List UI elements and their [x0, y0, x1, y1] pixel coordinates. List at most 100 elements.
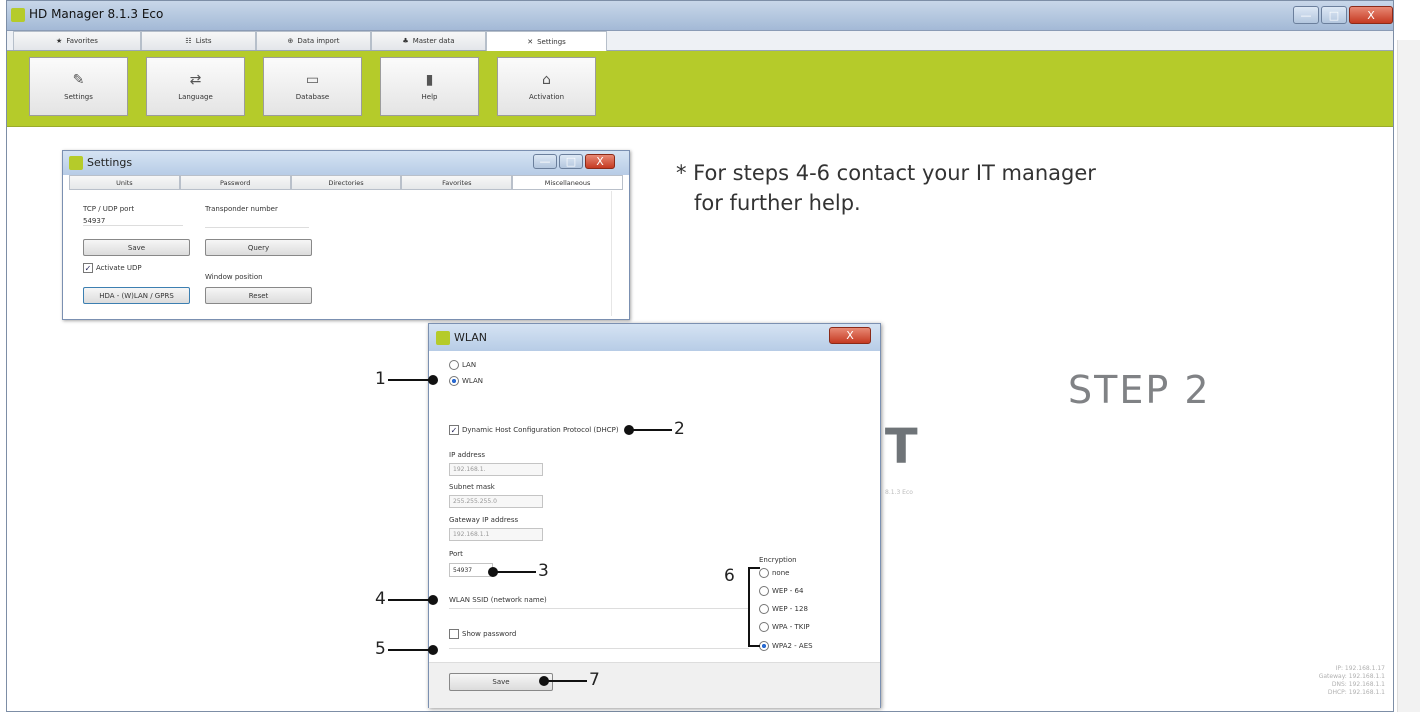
- animals-icon: ♣: [402, 37, 409, 45]
- save-port-button[interactable]: Save: [83, 239, 190, 256]
- tab-favorites[interactable]: ★ Favorites: [13, 31, 141, 50]
- app-logo-icon: [11, 8, 25, 22]
- title-bar: HD Manager 8.1.3 Eco — □ X: [7, 1, 1393, 31]
- minimize-button[interactable]: —: [1293, 6, 1319, 24]
- encryption-label: Encryption: [759, 556, 797, 564]
- encryption-option-label: none: [772, 569, 790, 577]
- ribbon-help-button[interactable]: ▮ Help: [380, 57, 479, 116]
- tcp-port-label: TCP / UDP port: [83, 205, 135, 213]
- tab-password[interactable]: Password: [179, 175, 291, 190]
- callout-number: 7: [589, 670, 600, 690]
- subnet-mask-field[interactable]: 255.255.255.0: [449, 495, 543, 508]
- callout-line: [545, 680, 587, 682]
- radio-lan[interactable]: LAN: [449, 360, 476, 370]
- right-scrollbar[interactable]: [1397, 40, 1420, 712]
- background-network-status: IP: 192.168.1.17 Gateway: 192.168.1.1 DN…: [1257, 665, 1385, 697]
- status-gateway: Gateway: 192.168.1.1: [1318, 673, 1385, 680]
- password-field[interactable]: [449, 648, 749, 649]
- ribbon-label: Help: [421, 92, 438, 101]
- tab-units[interactable]: Units: [69, 175, 180, 190]
- status-dns: DNS: 192.168.1.1: [1331, 681, 1385, 688]
- encryption-option-label: WPA2 - AES: [772, 642, 813, 650]
- wlan-title-bar: WLAN X: [429, 324, 880, 351]
- radio-encryption-none[interactable]: none: [759, 568, 789, 578]
- tab-miscellaneous[interactable]: Miscellaneous: [512, 175, 623, 190]
- lan-label: LAN: [462, 361, 477, 369]
- wlan-save-button[interactable]: Save: [449, 673, 553, 691]
- subnet-mask-label: Subnet mask: [449, 483, 495, 491]
- close-button[interactable]: X: [585, 154, 615, 169]
- ip-address-label: IP address: [449, 451, 486, 459]
- radio-encryption-wpa-tkip[interactable]: WPA - TKIP: [759, 622, 810, 632]
- hda-wlan-gprs-button[interactable]: HDA - (W)LAN / GPRS: [83, 287, 190, 304]
- checkbox-icon: [449, 629, 459, 639]
- tab-label: Lists: [195, 37, 212, 45]
- radio-encryption-wep128[interactable]: WEP - 128: [759, 604, 808, 614]
- show-password-label: Show password: [462, 630, 517, 638]
- tcp-port-field[interactable]: 54937: [83, 217, 183, 226]
- port-field[interactable]: 54937: [449, 563, 493, 577]
- close-button[interactable]: X: [1349, 6, 1393, 24]
- transponder-field[interactable]: [205, 227, 309, 228]
- ssid-field[interactable]: [449, 608, 749, 609]
- callout-line: [630, 429, 672, 431]
- dhcp-checkbox[interactable]: ✓ Dynamic Host Configuration Protocol (DH…: [449, 425, 619, 435]
- import-icon: ⊕: [287, 37, 294, 45]
- tab-data-import[interactable]: ⊕ Data import: [256, 31, 371, 50]
- callout-line: [388, 379, 433, 381]
- callout-line: [388, 599, 433, 601]
- tab-settings[interactable]: ✕ Settings: [486, 31, 607, 51]
- radio-selected-icon: [449, 376, 459, 386]
- settings-title: Settings: [87, 156, 133, 169]
- maximize-button[interactable]: □: [559, 154, 583, 169]
- dhcp-label: Dynamic Host Configuration Protocol (DHC…: [462, 426, 619, 434]
- callout-number: 1: [375, 369, 386, 389]
- tab-lists[interactable]: ☷ Lists: [141, 31, 256, 50]
- radio-icon: [449, 360, 459, 370]
- gateway-field[interactable]: 192.168.1.1: [449, 528, 543, 541]
- encryption-option-label: WEP - 64: [772, 587, 804, 595]
- help-icon: ▮: [425, 71, 434, 88]
- transponder-label: Transponder number: [205, 205, 278, 213]
- callout-line: [388, 649, 433, 651]
- minimize-button[interactable]: —: [533, 154, 557, 169]
- radio-encryption-wep64[interactable]: WEP - 64: [759, 586, 803, 596]
- tab-label: Master data: [412, 37, 455, 45]
- activate-udp-checkbox[interactable]: ✓ Activate UDP: [83, 263, 142, 273]
- reset-button[interactable]: Reset: [205, 287, 312, 304]
- wlan-title: WLAN: [454, 331, 488, 344]
- callout-bracket: [748, 567, 760, 647]
- wlan-close-button[interactable]: X: [829, 327, 871, 344]
- ribbon-activation-button[interactable]: ⌂ Activation: [497, 57, 596, 116]
- database-icon: ▭: [305, 71, 320, 88]
- maximize-button[interactable]: □: [1321, 6, 1347, 24]
- ip-address-field[interactable]: 192.168.1.: [449, 463, 543, 476]
- app-title: HD Manager 8.1.3 Eco: [29, 7, 164, 21]
- ribbon-language-button[interactable]: ⇄ Language: [146, 57, 245, 116]
- wrench-icon: ✎: [72, 71, 85, 88]
- ribbon-label: Activation: [528, 92, 565, 101]
- app-logo-icon: [69, 156, 83, 170]
- star-icon: ★: [56, 37, 63, 45]
- status-dhcp: DHCP: 192.168.1.1: [1327, 689, 1385, 696]
- wlan-label: WLAN: [462, 377, 484, 385]
- wlan-dialog: WLAN X LAN WLAN ✓ Dynamic Host Configurat…: [428, 323, 881, 708]
- radio-icon: [759, 604, 769, 614]
- query-button[interactable]: Query: [205, 239, 312, 256]
- callout-number: 4: [375, 589, 386, 609]
- unlock-icon: ⌂: [542, 71, 551, 88]
- ribbon-settings-button[interactable]: ✎ Settings: [29, 57, 128, 116]
- callout-dot: [428, 375, 438, 385]
- tab-directories[interactable]: Directories: [290, 175, 402, 190]
- show-password-checkbox[interactable]: Show password: [449, 629, 516, 639]
- callout-number: 2: [674, 419, 685, 439]
- radio-wlan[interactable]: WLAN: [449, 376, 483, 386]
- tab-master-data[interactable]: ♣ Master data: [371, 31, 486, 50]
- port-label: Port: [449, 550, 463, 558]
- radio-encryption-wpa2-aes[interactable]: WPA2 - AES: [759, 641, 813, 651]
- list-icon: ☷: [185, 37, 192, 45]
- ribbon-database-button[interactable]: ▭ Database: [263, 57, 362, 116]
- tab-label: Settings: [537, 37, 566, 46]
- settings-scrollbar[interactable]: [611, 191, 621, 316]
- tab-favorites[interactable]: Favorites: [401, 175, 513, 190]
